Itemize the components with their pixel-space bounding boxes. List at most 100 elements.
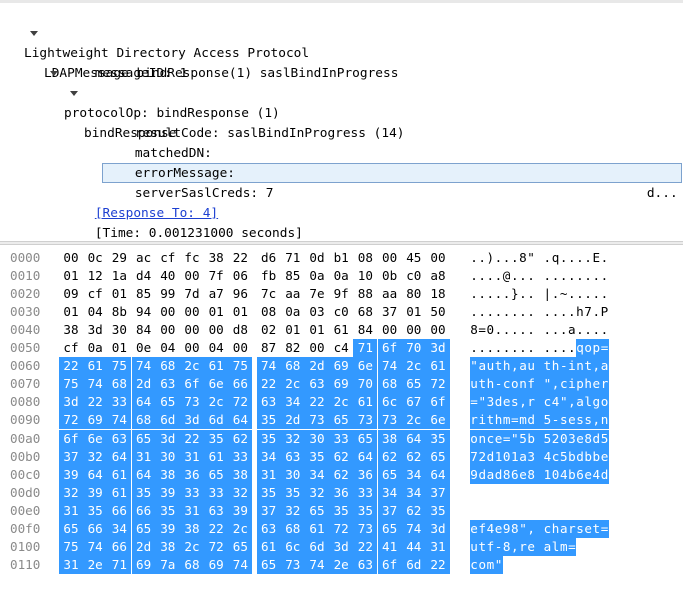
hex-byte[interactable]: 38 — [206, 249, 226, 267]
hex-byte[interactable]: 2d — [280, 411, 305, 430]
expanded-arrow-icon[interactable] — [30, 31, 38, 36]
ascii-char[interactable] — [535, 357, 544, 376]
hex-byte[interactable]: 73 — [377, 411, 402, 430]
hex-byte[interactable]: 35 — [426, 429, 450, 448]
ascii-char[interactable] — [535, 249, 543, 267]
ascii-char[interactable]: . — [494, 267, 503, 285]
hex-byte[interactable]: 33 — [353, 483, 378, 502]
hex-byte[interactable]: 35 — [280, 483, 305, 502]
hex-byte[interactable]: 00 — [182, 321, 202, 339]
ascii-char[interactable]: . — [478, 339, 486, 357]
ascii-char[interactable]: . — [560, 321, 568, 339]
ascii-char[interactable]: . — [592, 321, 600, 339]
ascii-char[interactable]: } — [511, 285, 519, 303]
hex-byte[interactable]: 84 — [355, 321, 375, 339]
hex-byte[interactable]: 33 — [228, 447, 253, 466]
ascii-char[interactable]: " — [527, 249, 535, 267]
ascii-char[interactable]: 4 — [551, 393, 560, 412]
hex-byte[interactable]: 01 — [404, 303, 424, 321]
ascii-char[interactable]: . — [470, 303, 478, 321]
hex-byte[interactable]: 74 — [228, 555, 253, 574]
ascii-char[interactable]: d — [478, 465, 487, 484]
ascii-char[interactable]: e — [518, 465, 528, 484]
hex-row[interactable]: 0080 3d 22 33 64 65 73 2c 72 63 34 22 2c 61 6c 67 6f = " 3 d… — [0, 393, 683, 412]
hex-byte[interactable]: 04 — [158, 339, 178, 357]
ascii-char[interactable]: 5 — [600, 429, 609, 448]
hex-byte[interactable]: 00 — [380, 249, 400, 267]
ascii-char[interactable]: . — [527, 339, 535, 357]
hex-byte[interactable]: 50 — [428, 303, 448, 321]
hex-row[interactable]: 0070 75 74 68 2d 63 6f 6e 66 22 2c 63 69 70 68 65 72 u t h -… — [0, 375, 683, 394]
hex-byte[interactable]: cf — [61, 339, 81, 357]
ascii-char[interactable]: s — [584, 411, 593, 430]
hex-row[interactable]: 00a0 6f 6e 63 65 3d 22 35 62 35 32 30 33 65 38 64 35 o n c e… — [0, 429, 683, 448]
hex-byte[interactable]: 34 — [305, 465, 329, 484]
hex-byte[interactable]: 3d — [59, 393, 83, 412]
ascii-char[interactable]: 2 — [551, 429, 560, 448]
ascii-char[interactable]: u — [470, 537, 479, 556]
ascii-char[interactable]: P — [600, 303, 609, 321]
hex-row[interactable]: 0040 38 3d 30 84 00 00 00 d8 02 01 01 61 84 00 00 00 8 = 0.… — [0, 321, 683, 339]
ascii-char[interactable]: 9 — [502, 519, 511, 538]
ascii-char[interactable]: 5 — [543, 429, 552, 448]
ascii-char[interactable]: . — [560, 303, 568, 321]
hex-byte[interactable]: 00 — [182, 303, 202, 321]
ascii-char[interactable]: 6 — [575, 465, 585, 484]
hex-byte[interactable]: aa — [380, 285, 400, 303]
hex-byte[interactable]: 65 — [401, 375, 426, 394]
hex-byte[interactable]: 64 — [83, 465, 108, 484]
hex-byte[interactable]: 74 — [83, 375, 108, 394]
ascii-char[interactable]: . — [478, 285, 486, 303]
ascii-char[interactable]: " — [510, 429, 519, 448]
ascii-char[interactable]: a — [568, 321, 576, 339]
ascii-char[interactable]: 8 — [584, 429, 593, 448]
hex-byte[interactable]: 33 — [204, 483, 229, 502]
hex-byte[interactable]: fc — [182, 249, 202, 267]
hex-byte[interactable]: 69 — [329, 357, 354, 376]
hex-byte[interactable]: 35 — [305, 447, 329, 466]
hex-byte[interactable]: 61 — [353, 393, 378, 412]
ascii-char[interactable]: . — [519, 285, 527, 303]
ascii-char[interactable] — [535, 375, 544, 394]
ascii-char[interactable]: m — [486, 555, 495, 574]
ascii-char[interactable]: E — [592, 249, 600, 267]
hex-byte[interactable]: 3d — [155, 429, 180, 448]
hex-byte[interactable]: 65 — [131, 519, 156, 538]
ascii-char[interactable]: . — [592, 267, 600, 285]
hex-byte[interactable]: 65 — [353, 429, 378, 448]
hex-byte[interactable]: 74 — [107, 411, 132, 430]
hex-byte[interactable]: 33 — [329, 429, 354, 448]
ascii-char[interactable]: . — [519, 303, 527, 321]
hex-byte[interactable]: 38 — [377, 429, 402, 448]
ascii-char[interactable]: a — [518, 447, 528, 466]
ascii-char[interactable]: g — [592, 393, 601, 412]
hex-byte[interactable]: 6f — [180, 375, 204, 394]
hex-byte[interactable]: d4 — [134, 267, 154, 285]
hex-byte[interactable]: 44 — [401, 537, 426, 556]
ascii-char[interactable]: . — [503, 249, 511, 267]
hex-byte[interactable]: 71 — [107, 555, 132, 574]
hex-byte[interactable]: 31 — [59, 555, 83, 574]
ascii-char[interactable]: h — [551, 519, 560, 538]
ascii-char[interactable]: . — [568, 249, 576, 267]
hex-byte[interactable]: 66 — [228, 375, 253, 394]
ascii-char[interactable]: " — [543, 375, 552, 394]
ascii-char[interactable]: a — [518, 357, 528, 376]
hex-byte[interactable]: 35 — [329, 501, 354, 520]
ascii-char[interactable]: - — [551, 411, 560, 430]
hex-row[interactable]: 0110 31 2e 71 69 7a 68 69 74 65 73 74 2e 63 6f 6d 22 c o m " — [0, 555, 683, 574]
ascii-char[interactable]: d — [592, 429, 601, 448]
hex-byte[interactable]: 01 — [61, 303, 81, 321]
hex-byte[interactable]: 3d — [329, 537, 354, 556]
hex-byte[interactable]: 68 — [131, 411, 156, 430]
tree-row-messageid[interactable]: messageID: 1 — [64, 44, 187, 81]
ascii-char[interactable]: . — [494, 321, 503, 339]
hex-byte[interactable]: 22 — [256, 375, 281, 394]
hex-byte[interactable]: 35 — [83, 501, 108, 520]
hex-byte[interactable]: 18 — [428, 285, 448, 303]
ascii-char[interactable]: t — [486, 411, 495, 430]
hex-byte[interactable]: 6c — [280, 537, 305, 556]
tree-row-protocolop[interactable]: protocolOp: bindResponse (1) — [50, 64, 280, 121]
ascii-char[interactable]: n — [575, 357, 585, 376]
ascii-char[interactable]: . — [592, 303, 600, 321]
